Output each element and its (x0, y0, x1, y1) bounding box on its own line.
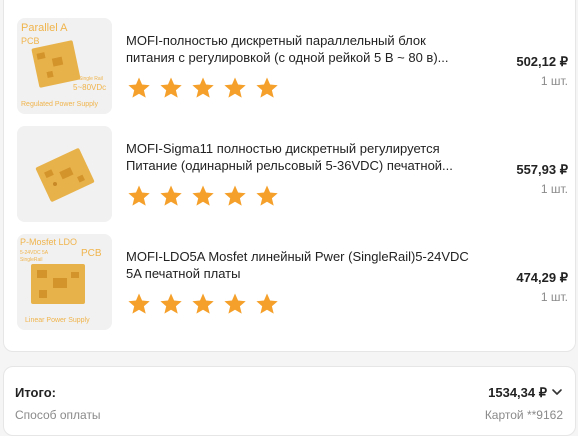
thumb-side-text: PCB (81, 248, 102, 259)
star-icon[interactable] (223, 184, 247, 208)
thumb-bottom-text: Regulated Power Supply (21, 101, 99, 108)
order-item[interactable]: MOFI-Sigma11 полностью дискретный регули… (17, 126, 572, 226)
star-icon[interactable] (255, 184, 279, 208)
star-icon[interactable] (223, 76, 247, 100)
order-items-card: Parallel A PCB Single Rail 5~80VDc Regul… (3, 0, 576, 352)
payment-method-label: Способ оплаты (15, 408, 101, 422)
thumb-sub-text: 5-24VDC 5A (20, 250, 49, 256)
star-icon[interactable] (127, 76, 151, 100)
item-quantity: 1 шт. (540, 290, 568, 304)
star-icon[interactable] (191, 76, 215, 100)
rating-stars[interactable] (127, 184, 287, 208)
rating-stars[interactable] (127, 76, 287, 100)
total-value: 1534,34 ₽ (488, 385, 547, 400)
star-icon[interactable] (191, 184, 215, 208)
thumb-sub-text: PCB (21, 36, 40, 46)
thumb-bottom-text: Linear Power Supply (25, 317, 90, 324)
thumb-top-text: P-Mosfet LDO (20, 237, 77, 247)
pcb-image-icon: P-Mosfet LDO 5-24VDC 5A SingleRail PCB L… (17, 234, 112, 330)
star-icon[interactable] (159, 76, 183, 100)
product-title[interactable]: MOFI-LDO5A Mosfet линейный Pwer (SingleR… (126, 248, 474, 282)
product-thumbnail[interactable]: Parallel A PCB Single Rail 5~80VDc Regul… (17, 18, 112, 114)
pcb-image-icon (17, 126, 112, 222)
item-quantity: 1 шт. (540, 182, 568, 196)
item-quantity: 1 шт. (540, 74, 568, 88)
chevron-down-icon[interactable] (551, 385, 563, 399)
item-price: 557,93 ₽ (516, 162, 568, 177)
product-thumbnail[interactable]: P-Mosfet LDO 5-24VDC 5A SingleRail PCB L… (17, 234, 112, 330)
star-icon[interactable] (159, 292, 183, 316)
thumb-side-text: 5~80VDc (73, 83, 106, 92)
order-item[interactable]: Parallel A PCB Single Rail 5~80VDc Regul… (17, 18, 572, 118)
star-icon[interactable] (255, 292, 279, 316)
thumb-sub-text-2: SingleRail (20, 257, 43, 263)
total-label: Итого: (15, 385, 56, 400)
star-icon[interactable] (255, 76, 279, 100)
star-icon[interactable] (127, 184, 151, 208)
star-icon[interactable] (127, 292, 151, 316)
star-icon[interactable] (191, 292, 215, 316)
pcb-image-icon: Parallel A PCB Single Rail 5~80VDc Regul… (17, 18, 112, 114)
star-icon[interactable] (159, 184, 183, 208)
item-price: 502,12 ₽ (516, 54, 568, 69)
thumb-side-small: Single Rail (79, 76, 103, 82)
product-title[interactable]: MOFI-Sigma11 полностью дискретный регули… (126, 140, 474, 174)
payment-method-value: Картой **9162 (484, 408, 563, 422)
order-summary-card[interactable]: Итого: 1534,34 ₽ Способ оплаты Картой **… (3, 366, 576, 436)
product-title[interactable]: MOFI-полностью дискретный параллельный б… (126, 32, 474, 66)
star-icon[interactable] (223, 292, 247, 316)
order-item[interactable]: P-Mosfet LDO 5-24VDC 5A SingleRail PCB L… (17, 234, 572, 334)
product-thumbnail[interactable] (17, 126, 112, 222)
rating-stars[interactable] (127, 292, 287, 316)
item-price: 474,29 ₽ (516, 270, 568, 285)
thumb-top-text: Parallel A (21, 22, 68, 34)
